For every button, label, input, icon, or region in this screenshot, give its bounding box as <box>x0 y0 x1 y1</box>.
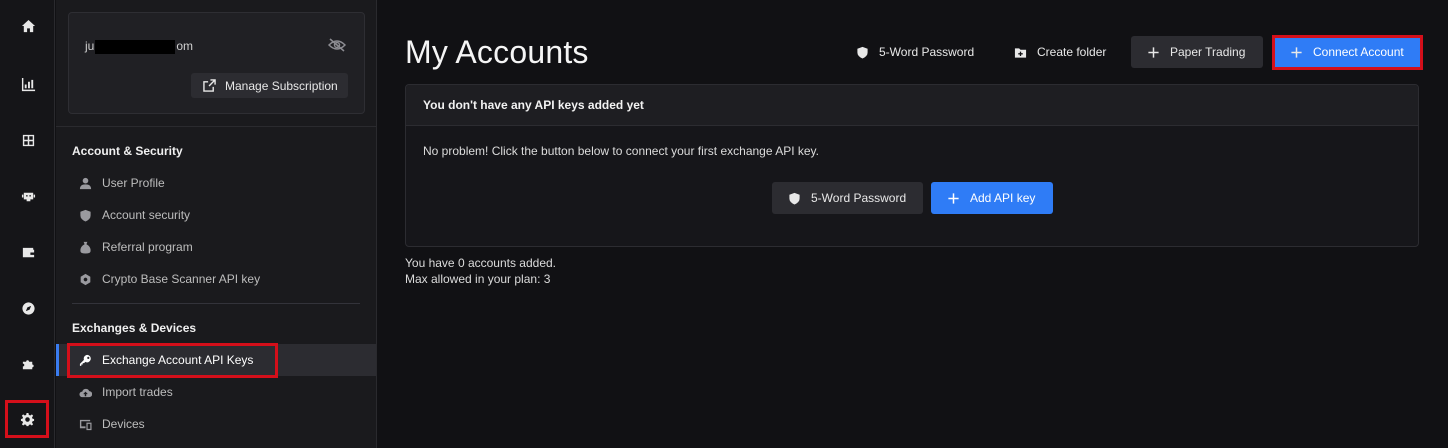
plan-limit-text: Max allowed in your plan: 3 <box>405 272 551 286</box>
chart-icon[interactable] <box>8 66 48 102</box>
accounts-count-text: You have 0 accounts added. <box>405 256 557 270</box>
manage-subscription-button[interactable]: Manage Subscription <box>191 73 348 98</box>
devices-icon <box>79 419 92 430</box>
external-link-icon <box>203 79 216 92</box>
bot-icon[interactable] <box>8 178 48 214</box>
puzzle-icon[interactable] <box>8 346 48 382</box>
plus-icon <box>1148 46 1159 58</box>
folder-plus-icon <box>1014 47 1027 58</box>
user-card: ju om Manage Subscription <box>68 12 365 114</box>
card-header: You don't have any API keys added yet <box>406 85 1418 126</box>
settings-panel: ju om Manage Subscription Account & Secur… <box>56 0 377 448</box>
shield-icon <box>79 209 91 222</box>
card-five-word-password-button[interactable]: 5-Word Password <box>772 182 923 214</box>
menu-item-scanner-api-key[interactable]: Crypto Base Scanner API key <box>56 263 376 295</box>
paper-trading-button[interactable]: Paper Trading <box>1131 36 1263 68</box>
menu-item-exchange-api-keys[interactable]: Exchange Account API Keys <box>56 344 376 376</box>
user-email: ju om <box>85 39 194 54</box>
wallet-icon[interactable] <box>8 234 48 270</box>
eye-off-icon[interactable] <box>328 37 346 53</box>
menu-item-devices[interactable]: Devices <box>56 408 376 440</box>
five-word-password-button[interactable]: 5-Word Password <box>840 36 990 68</box>
menu-item-user-profile[interactable]: User Profile <box>56 167 376 199</box>
compass-icon[interactable] <box>8 290 48 326</box>
redacted-email <box>95 39 176 54</box>
connect-account-button[interactable]: Connect Account <box>1274 36 1421 68</box>
section-exchanges-devices: Exchanges & Devices <box>72 321 197 335</box>
cloud-upload-icon <box>79 388 92 397</box>
user-icon <box>79 177 91 189</box>
settings-gear-icon[interactable] <box>5 400 49 438</box>
shield-icon <box>789 192 800 205</box>
shield-icon <box>857 46 868 59</box>
add-api-key-button[interactable]: Add API key <box>931 182 1053 214</box>
menu-item-import-trades[interactable]: Import trades <box>56 376 376 408</box>
money-bag-icon <box>79 241 91 254</box>
divider <box>56 126 377 127</box>
plus-icon <box>948 192 959 204</box>
section-account-security: Account & Security <box>72 144 183 158</box>
api-keys-empty-card: You don't have any API keys added yet No… <box>405 84 1419 247</box>
home-icon[interactable] <box>8 8 48 44</box>
menu-item-account-security[interactable]: Account security <box>56 199 376 231</box>
card-message: No problem! Click the button below to co… <box>423 144 819 158</box>
dashboard-grid-icon[interactable] <box>8 122 48 158</box>
page-title: My Accounts <box>405 34 589 70</box>
divider <box>72 303 360 304</box>
hexagon-cog-icon <box>80 273 90 285</box>
menu-item-referral-program[interactable]: Referral program <box>56 231 376 263</box>
key-icon <box>79 354 91 366</box>
create-folder-button[interactable]: Create folder <box>998 36 1122 68</box>
plus-icon <box>1291 46 1302 58</box>
icon-rail <box>0 0 55 448</box>
